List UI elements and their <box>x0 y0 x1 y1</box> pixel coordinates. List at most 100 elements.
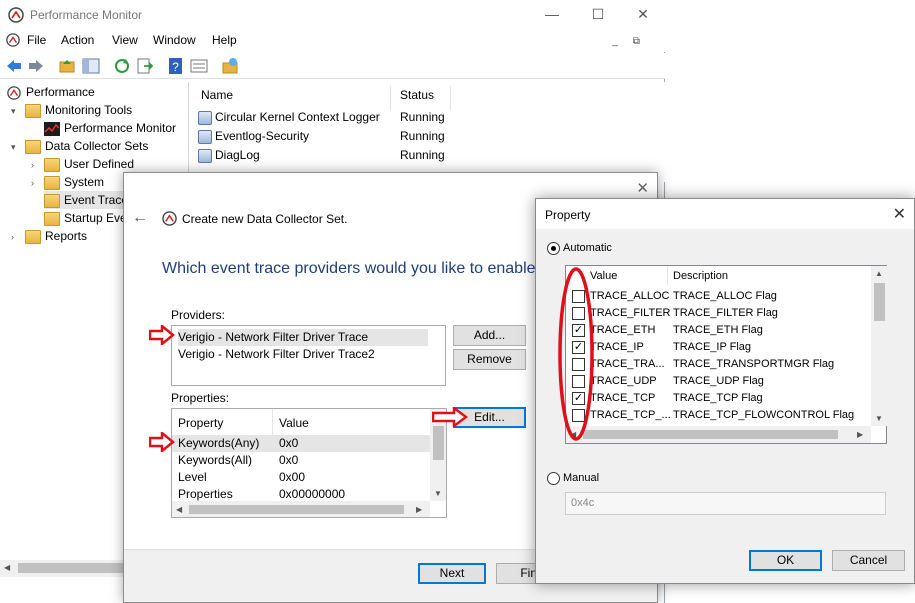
table-row[interactable]: Keywords(All) 0x0 <box>172 452 430 469</box>
providers-label: Providers: <box>171 308 226 322</box>
chevron-down-icon[interactable]: ▾ <box>11 106 16 117</box>
column-header-property[interactable]: Property <box>178 416 223 430</box>
column-header-value[interactable]: Value <box>279 416 309 430</box>
horizontal-scrollbar[interactable]: ◀ ▶ <box>566 426 871 443</box>
flag-description: TRACE_UDP Flag <box>673 375 764 387</box>
mdi-restore-button[interactable]: ⧉ <box>627 35 645 49</box>
mdi-minimize-button[interactable]: _ <box>606 35 624 49</box>
annotation-arrow-icon <box>149 325 175 345</box>
add-provider-button[interactable]: Add... <box>453 325 526 346</box>
maximize-button[interactable]: ☐ <box>575 0 621 30</box>
scrollbar-thumb[interactable] <box>18 563 138 573</box>
tree-item-reports[interactable]: Reports <box>25 227 87 245</box>
manual-label: Manual <box>563 472 600 484</box>
help-icon[interactable]: ? <box>167 57 185 75</box>
tree-item-user-defined[interactable]: User Defined <box>44 155 134 173</box>
flags-checklist[interactable]: Value Description TRACE_ALLOC TRACE_ALLOC… <box>565 265 888 444</box>
show-hide-tree-icon[interactable] <box>82 57 100 75</box>
vertical-scrollbar[interactable]: ▲ ▼ <box>871 266 888 426</box>
scroll-right-icon[interactable]: ▶ <box>857 430 863 439</box>
tree-item-performance-monitor[interactable]: Performance Monitor <box>44 119 176 137</box>
scroll-down-icon[interactable]: ▼ <box>434 489 442 498</box>
menu-action[interactable]: Action <box>61 33 94 47</box>
cancel-button[interactable]: Cancel <box>832 550 905 571</box>
menu-file[interactable]: File <box>27 33 46 47</box>
flag-row[interactable]: ✓ TRACE_IP TRACE_IP Flag <box>566 339 872 356</box>
flag-row[interactable]: TRACE_FILTER TRACE_FILTER Flag <box>566 305 872 322</box>
column-header-name[interactable]: Name <box>201 88 233 102</box>
flag-row[interactable]: TRACE_ALLOC TRACE_ALLOC Flag <box>566 288 872 305</box>
flag-value: TRACE_TRA... <box>590 358 665 370</box>
next-button[interactable]: Next <box>418 563 486 584</box>
provider-item[interactable]: Verigio - Network Filter Driver Trace <box>178 329 428 346</box>
list-item[interactable]: Circular Kernel Context Logger <box>198 108 380 127</box>
perfmon-menu-icon[interactable] <box>6 33 20 47</box>
scroll-down-icon[interactable]: ▼ <box>875 414 883 423</box>
automatic-radio[interactable] <box>547 242 560 255</box>
column-separator[interactable] <box>667 266 668 286</box>
flag-description: TRACE_FILTER Flag <box>673 307 778 319</box>
flag-row[interactable]: ✓ TRACE_ETH TRACE_ETH Flag <box>566 322 872 339</box>
flag-value: TRACE_IP <box>590 341 644 353</box>
manual-radio[interactable] <box>547 472 560 485</box>
table-row[interactable]: Level 0x00 <box>172 469 430 486</box>
chevron-down-icon[interactable]: ▾ <box>11 142 16 153</box>
column-separator[interactable] <box>450 86 451 110</box>
list-item[interactable]: Eventlog-Security <box>198 127 309 146</box>
properties-table[interactable]: Property Value Keywords(Any) 0x0 Keywords… <box>171 408 447 518</box>
wizard-back-arrow-icon[interactable]: ← <box>132 209 148 227</box>
scroll-left-icon[interactable]: ◀ <box>4 563 10 572</box>
back-arrow-icon[interactable] <box>5 57 23 75</box>
properties-view-icon[interactable] <box>190 57 208 75</box>
property-dialog-titlebar[interactable]: Property ✕ <box>536 199 914 229</box>
column-header-status[interactable]: Status <box>400 88 434 102</box>
flag-row[interactable]: ✓ TRACE_TCP TRACE_TCP Flag <box>566 390 872 407</box>
annotation-ellipse-icon <box>558 267 594 441</box>
up-folder-icon[interactable] <box>58 57 76 75</box>
horizontal-scrollbar[interactable]: ◀ ▶ <box>172 501 430 517</box>
scroll-right-icon[interactable]: ▶ <box>416 505 422 514</box>
tree-item-data-collector-sets[interactable]: Data Collector Sets <box>25 137 148 155</box>
menu-help[interactable]: Help <box>212 33 237 47</box>
export-list-icon[interactable] <box>136 57 154 75</box>
flag-value: TRACE_ALLOC <box>590 290 670 302</box>
remove-provider-button[interactable]: Remove <box>453 349 526 370</box>
main-titlebar[interactable]: Performance Monitor — ☐ ✕ <box>0 0 665 30</box>
scrollbar-thumb[interactable] <box>189 505 404 514</box>
status-text: Running <box>400 129 445 143</box>
minimize-button[interactable]: — <box>529 0 575 30</box>
provider-item[interactable]: Verigio - Network Filter Driver Trace2 <box>178 346 375 363</box>
ok-button[interactable]: OK <box>749 550 822 571</box>
close-button[interactable]: ✕ <box>620 0 666 30</box>
scroll-up-icon[interactable]: ▲ <box>875 269 883 278</box>
scrollbar-thumb[interactable] <box>583 430 838 439</box>
providers-listbox[interactable]: Verigio - Network Filter Driver Trace Ve… <box>171 325 446 386</box>
new-collector-set-icon[interactable] <box>221 57 239 75</box>
manual-value-field[interactable]: 0x4c <box>565 492 886 515</box>
flag-row[interactable]: TRACE_UDP TRACE_UDP Flag <box>566 373 872 390</box>
menu-view[interactable]: View <box>112 33 138 47</box>
property-dialog-close-button[interactable]: ✕ <box>893 204 906 224</box>
flag-row[interactable]: TRACE_TRA... TRACE_TRANSPORTMGR Flag <box>566 356 872 373</box>
tree-item-system[interactable]: System <box>44 173 104 191</box>
column-separator[interactable] <box>390 86 391 110</box>
scrollbar-thumb[interactable] <box>433 426 444 460</box>
tree-item-monitoring-tools[interactable]: Monitoring Tools <box>25 101 132 119</box>
chevron-right-icon[interactable]: › <box>31 160 34 170</box>
flag-row[interactable]: TRACE_TCP_... TRACE_TCP_FLOWCONTROL Flag <box>566 407 872 424</box>
wizard-close-button[interactable]: ✕ <box>636 179 649 197</box>
list-item[interactable]: DiagLog <box>198 146 260 165</box>
menu-window[interactable]: Window <box>153 33 196 47</box>
scroll-left-icon[interactable]: ◀ <box>176 505 182 514</box>
tree-item-performance[interactable]: Performance <box>6 83 95 101</box>
chevron-right-icon[interactable]: › <box>11 232 14 242</box>
column-separator[interactable] <box>272 409 273 435</box>
forward-arrow-icon[interactable] <box>27 57 45 75</box>
chevron-right-icon[interactable]: › <box>31 178 34 188</box>
column-header-description[interactable]: Description <box>673 270 728 282</box>
table-row[interactable]: Keywords(Any) 0x0 <box>172 435 430 452</box>
scrollbar-thumb[interactable] <box>874 283 885 321</box>
tree-item-startup-event[interactable]: Startup Eve <box>44 209 127 227</box>
annotation-arrow-icon <box>149 432 175 452</box>
refresh-icon[interactable] <box>113 57 131 75</box>
